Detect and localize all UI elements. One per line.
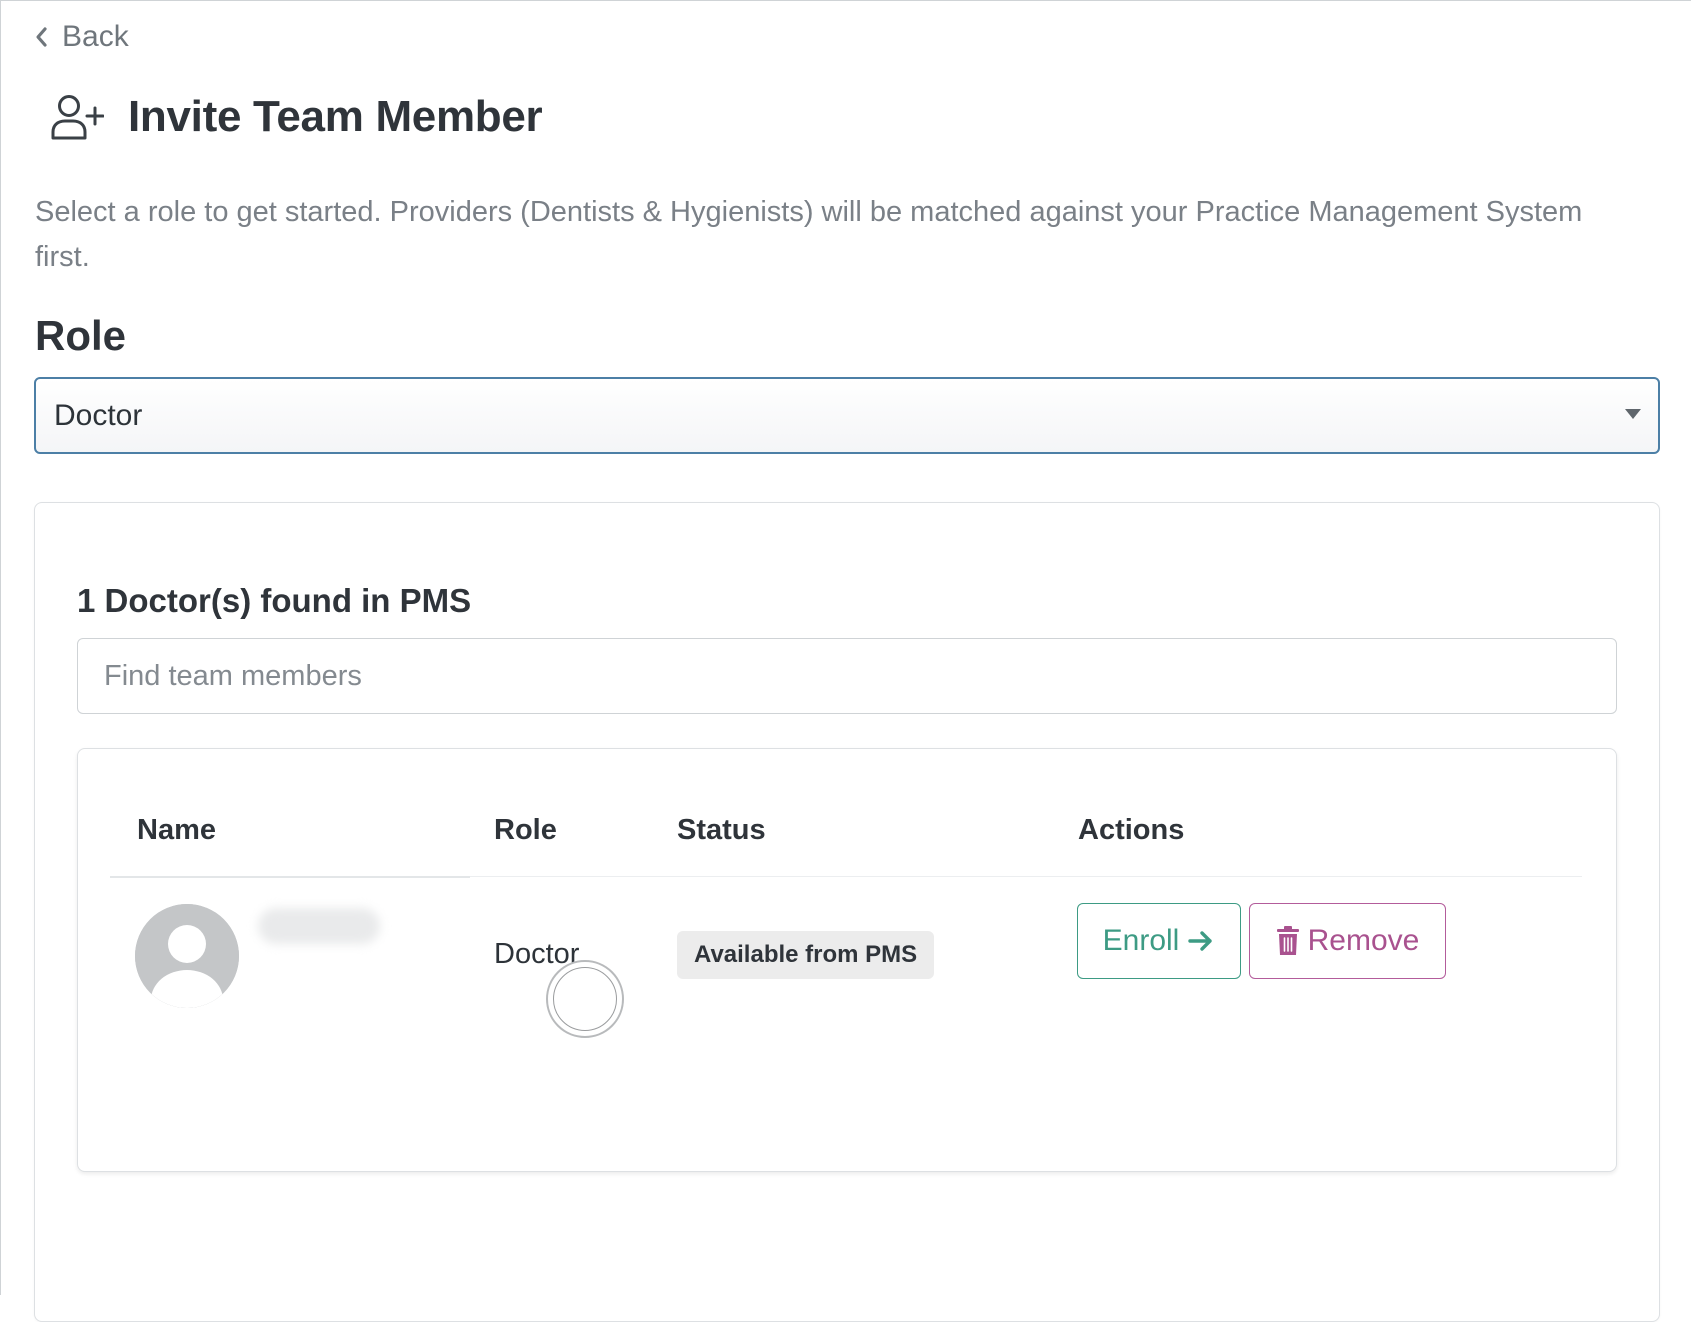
intro-text: Select a role to get started. Providers … bbox=[35, 196, 1583, 273]
results-heading: 1 Doctor(s) found in PMS bbox=[77, 582, 472, 619]
status-badge: Available from PMS bbox=[677, 931, 935, 979]
role-label: Role bbox=[35, 312, 127, 359]
chevron-left-icon bbox=[36, 27, 47, 47]
caret-down-icon bbox=[1625, 409, 1641, 419]
trash-icon bbox=[1276, 926, 1299, 955]
header-divider bbox=[470, 876, 1582, 877]
header-divider bbox=[110, 876, 470, 878]
column-header-role: Role bbox=[494, 814, 557, 846]
column-header-actions: Actions bbox=[1078, 814, 1185, 846]
role-select-value: Doctor bbox=[54, 398, 143, 432]
cursor-indicator bbox=[546, 960, 624, 1038]
enroll-button[interactable]: Enroll bbox=[1077, 903, 1241, 979]
role-select[interactable]: Doctor bbox=[34, 377, 1660, 454]
search-input[interactable] bbox=[77, 638, 1617, 714]
back-label: Back bbox=[62, 20, 129, 53]
remove-label: Remove bbox=[1307, 924, 1420, 957]
back-link[interactable]: Back bbox=[34, 20, 129, 54]
remove-button[interactable]: Remove bbox=[1249, 903, 1446, 979]
default-avatar-icon bbox=[135, 904, 239, 1008]
page-title: Invite Team Member bbox=[128, 92, 543, 141]
column-header-name: Name bbox=[137, 814, 216, 846]
column-header-status: Status bbox=[677, 814, 766, 846]
redacted-name bbox=[258, 908, 380, 944]
user-plus-icon bbox=[51, 95, 104, 140]
page-header: Invite Team Member bbox=[50, 92, 543, 142]
avatar bbox=[135, 904, 239, 1008]
enroll-label: Enroll bbox=[1102, 924, 1180, 957]
arrow-right-icon bbox=[1188, 931, 1213, 951]
